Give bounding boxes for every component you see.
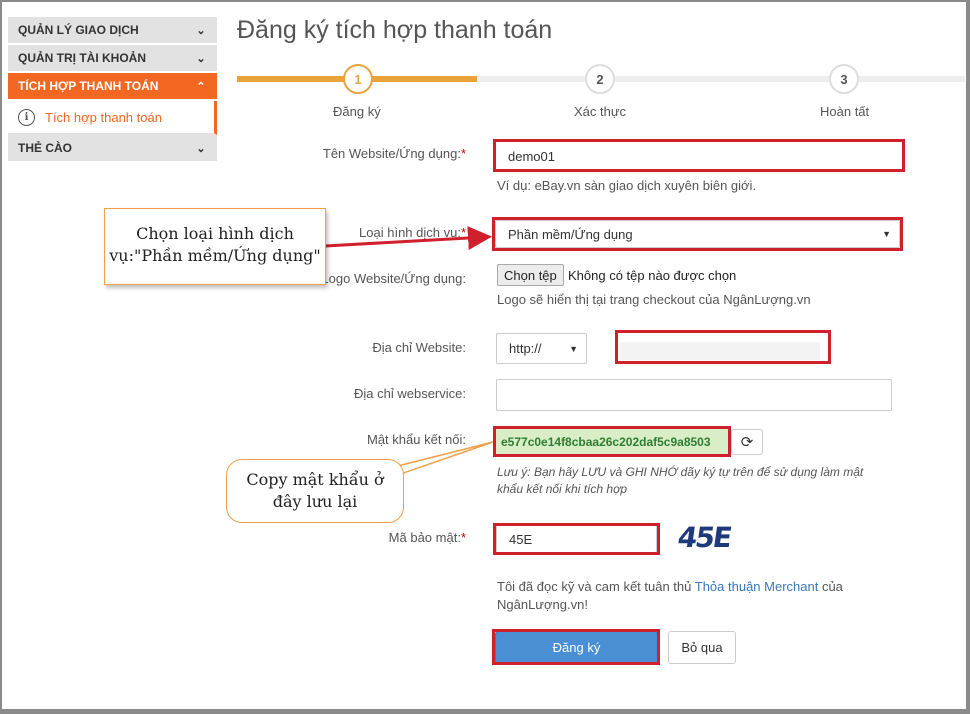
password-callout: Copy mật khẩu ở đây lưu lại	[226, 459, 404, 523]
annotation-arrows	[324, 226, 494, 489]
service-type-callout: Chọn loại hình dịch vụ:"Phần mềm/Ứng dụn…	[104, 208, 326, 285]
arrow-to-service-type	[324, 226, 492, 250]
